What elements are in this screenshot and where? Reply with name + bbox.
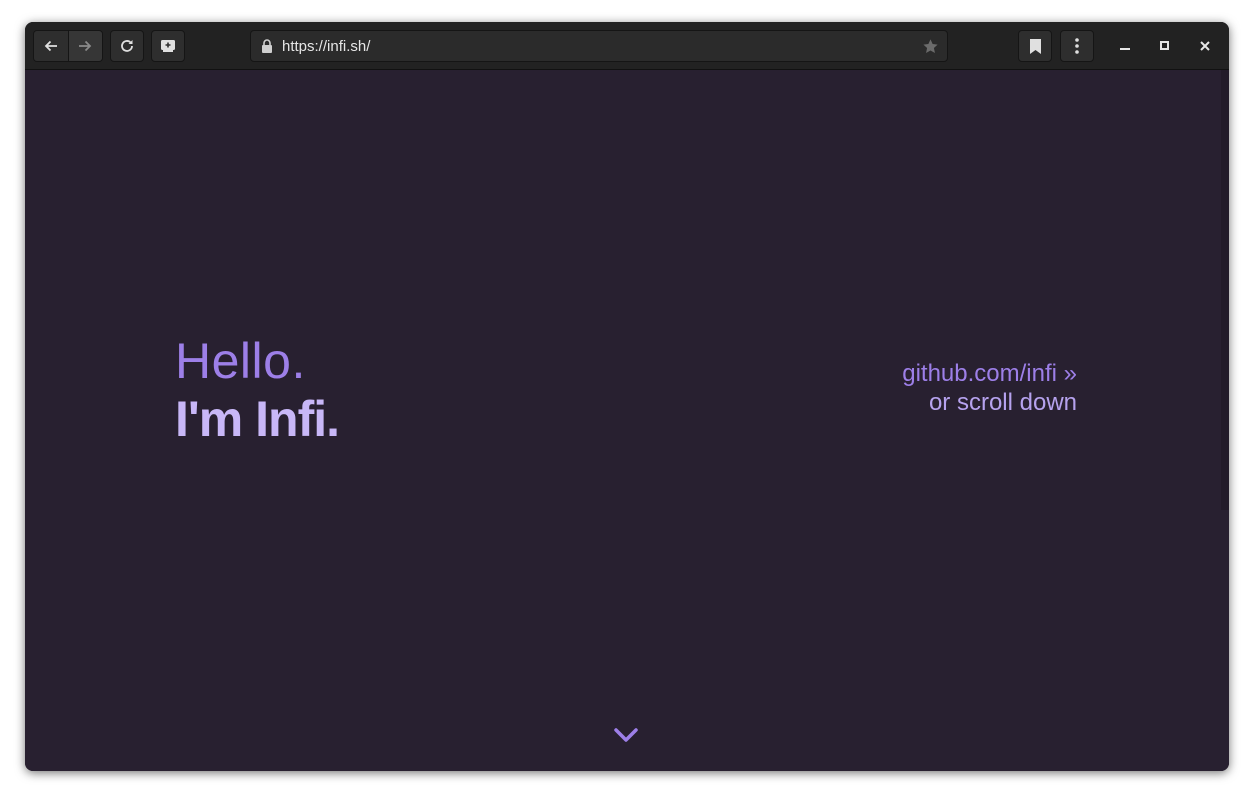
arrow-right-icon <box>79 40 92 52</box>
scroll-hint-text: or scroll down <box>928 389 1077 416</box>
maximize-button[interactable] <box>1155 36 1175 56</box>
new-tab-button[interactable] <box>151 30 185 62</box>
page-content: Hello. I'm Infi. github.com/infi » or sc… <box>25 70 1229 771</box>
lock-icon <box>262 39 272 53</box>
close-button[interactable] <box>1195 36 1215 56</box>
bookmarks-button[interactable] <box>1018 30 1052 62</box>
browser-window: https://infi.sh/ Hello. I'm Infi. github… <box>25 22 1229 771</box>
chevron-down-icon[interactable] <box>611 725 641 745</box>
maximize-icon <box>1160 41 1169 50</box>
github-link[interactable]: github.com/infi » <box>902 359 1077 389</box>
forward-button[interactable] <box>68 31 102 61</box>
close-icon <box>1200 41 1210 51</box>
nav-button-group <box>33 30 103 62</box>
kebab-menu-icon <box>1075 38 1079 54</box>
scrollbar[interactable] <box>1221 70 1229 510</box>
greeting-heading: Hello. <box>175 333 306 389</box>
browser-toolbar: https://infi.sh/ <box>25 22 1229 70</box>
arrow-left-icon <box>44 40 57 52</box>
reload-button[interactable] <box>110 30 144 62</box>
menu-button[interactable] <box>1060 30 1094 62</box>
minimize-button[interactable] <box>1115 36 1135 56</box>
minimize-icon <box>1120 48 1130 50</box>
intro-heading: I'm Infi. <box>175 391 340 447</box>
star-icon[interactable] <box>922 38 939 55</box>
back-button[interactable] <box>34 31 68 61</box>
url-text[interactable]: https://infi.sh/ <box>282 38 370 55</box>
address-bar[interactable]: https://infi.sh/ <box>250 30 948 62</box>
reload-icon <box>121 40 133 52</box>
add-tab-icon <box>161 40 175 52</box>
bookmark-icon <box>1029 38 1041 54</box>
